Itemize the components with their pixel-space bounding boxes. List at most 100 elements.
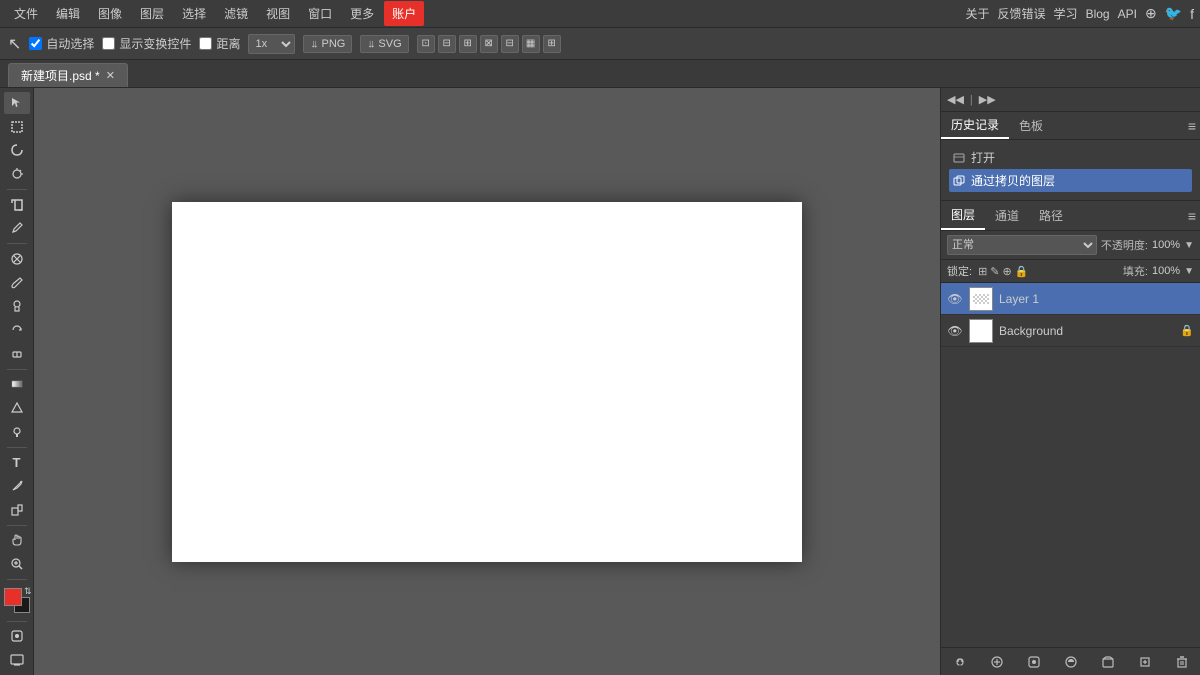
png-export-button[interactable]: ↓ ↓ PNG [303,35,352,53]
healing-btn[interactable] [4,248,30,270]
fill-row: 填充: 100% ▼ [1123,263,1194,279]
history-panel-menu-btn[interactable]: ≡ [1188,118,1196,134]
menu-image[interactable]: 图像 [90,1,130,26]
facebook-icon[interactable]: f [1190,6,1194,22]
hand-btn[interactable] [4,529,30,551]
zoom-select[interactable]: 1x2x0.5x [248,34,295,54]
show-transform-checkbox[interactable] [102,37,115,50]
lasso-tool-btn[interactable] [4,139,30,161]
menu-window[interactable]: 窗口 [300,1,340,26]
align-center-icon[interactable]: ⊟ [438,35,456,53]
delete-layer-button[interactable] [1172,652,1192,672]
twitter-icon[interactable]: 🐦 [1165,5,1182,22]
blur-btn[interactable] [4,397,30,419]
menu-edit[interactable]: 编辑 [48,1,88,26]
lock-artboard-icon[interactable]: ⊕ [1003,265,1012,278]
menu-view[interactable]: 视图 [258,1,298,26]
blend-mode-select[interactable]: 正常溶解变暗 [947,235,1097,255]
align-middle-icon[interactable]: ⊟ [501,35,519,53]
align-right-icon[interactable]: ⊞ [459,35,477,53]
show-transform-label[interactable]: 显示变换控件 [102,35,191,52]
background-visibility-icon[interactable]: 👁 [947,324,963,338]
gradient-btn[interactable] [4,373,30,395]
panels-collapse-icon[interactable]: ◀◀ [947,93,964,106]
eyedropper-btn[interactable] [4,217,30,239]
feedback-link[interactable]: 反馈错误 [998,5,1046,22]
tab-close-button[interactable]: ✕ [106,69,115,82]
right-panels: ◀◀ | ▶▶ 历史记录 色板 ≡ 打开 通过拷贝的图层 [940,88,1200,675]
learn-link[interactable]: 学习 [1054,5,1078,22]
opacity-row: 不透明度: 100% ▼ [1101,237,1194,253]
menu-more[interactable]: 更多 [342,1,382,26]
layer-item-1[interactable]: 👁 Layer 1 [941,283,1200,315]
auto-select-checkbox[interactable] [29,37,42,50]
tab-title: 新建项目.psd * [21,67,100,84]
about-link[interactable]: 关于 [966,5,990,22]
eraser-btn[interactable] [4,343,30,365]
tab-history[interactable]: 历史记录 [941,112,1009,139]
menu-filter[interactable]: 滤镜 [216,1,256,26]
tabs-bar: 新建项目.psd * ✕ [0,60,1200,88]
menu-select[interactable]: 选择 [174,1,214,26]
auto-select-label[interactable]: 自动选择 [29,35,94,52]
menu-layer[interactable]: 图层 [132,1,172,26]
pen-btn[interactable] [4,475,30,497]
magic-wand-btn[interactable] [4,163,30,185]
new-group-button[interactable] [1098,652,1118,672]
zoom-btn[interactable] [4,553,30,575]
layer-style-button[interactable] [987,652,1007,672]
stamp-btn[interactable] [4,295,30,317]
menu-file[interactable]: 文件 [6,1,46,26]
api-link[interactable]: API [1118,7,1137,21]
history-item-open[interactable]: 打开 [949,146,1192,169]
menu-account[interactable]: 账户 [384,1,424,26]
foreground-color-swatch[interactable] [4,588,22,606]
move-tool-btn[interactable] [4,92,30,114]
lock-pixels-icon[interactable]: ⊞ [978,265,987,278]
blend-opacity-row: 正常溶解变暗 不透明度: 100% ▼ [941,231,1200,260]
tab-layers[interactable]: 图层 [941,201,985,230]
dodge-btn[interactable] [4,421,30,443]
tab-channels[interactable]: 通道 [985,202,1029,229]
history-item-copy-layer[interactable]: 通过拷贝的图层 [949,169,1192,192]
fill-value[interactable]: 100% [1152,265,1180,277]
canvas-area[interactable] [34,88,940,675]
panels-expand-icon[interactable]: ▶▶ [979,93,996,106]
fill-arrow-icon[interactable]: ▼ [1184,266,1194,277]
new-fill-layer-button[interactable] [1061,652,1081,672]
reddit-icon[interactable]: ⊕ [1145,5,1157,22]
lock-all-icon[interactable]: 🔒 [1015,265,1029,278]
swap-colors-icon[interactable]: ⇅ [24,586,32,597]
new-layer-button[interactable] [1135,652,1155,672]
tab-new-project[interactable]: 新建项目.psd * ✕ [8,63,128,87]
layer-link-button[interactable] [950,652,970,672]
align-bottom-icon[interactable]: ▦ [522,35,540,53]
opacity-value[interactable]: 100% [1152,239,1180,251]
screen-mode-btn[interactable] [4,649,30,671]
tab-swatches[interactable]: 色板 [1009,113,1053,138]
history-brush-btn[interactable] [4,319,30,341]
svg-export-button[interactable]: ↓ ↓ SVG [360,35,408,53]
lock-position-icon[interactable]: ✎ [990,265,999,278]
mask-btn[interactable] [4,626,30,648]
layer-item-background[interactable]: 👁 Background 🔒 [941,315,1200,347]
layers-panel-menu-btn[interactable]: ≡ [1188,208,1196,224]
select-tool-btn[interactable] [4,116,30,138]
align-left-icon[interactable]: ⊡ [417,35,435,53]
tab-paths[interactable]: 路径 [1029,202,1073,229]
background-layer-name: Background [999,324,1174,338]
move-tool-icon[interactable]: ↖ [8,34,21,54]
blog-link[interactable]: Blog [1086,7,1110,21]
brush-btn[interactable] [4,272,30,294]
layer-1-visibility-icon[interactable]: 👁 [947,292,963,306]
layer-mask-button[interactable] [1024,652,1044,672]
text-btn[interactable]: T [4,451,30,473]
opacity-arrow-icon[interactable]: ▼ [1184,240,1194,251]
shape-btn[interactable] [4,499,30,521]
distance-checkbox[interactable] [199,37,212,50]
menu-bar: 文件 编辑 图像 图层 选择 滤镜 视图 窗口 更多 账户 关于 反馈错误 学习… [0,0,1200,28]
crop-tool-btn[interactable] [4,194,30,216]
transform-icons: ⊡ ⊟ ⊞ ⊠ ⊟ ▦ ⊞ [417,35,561,53]
align-top-icon[interactable]: ⊠ [480,35,498,53]
distribute-icon[interactable]: ⊞ [543,35,561,53]
